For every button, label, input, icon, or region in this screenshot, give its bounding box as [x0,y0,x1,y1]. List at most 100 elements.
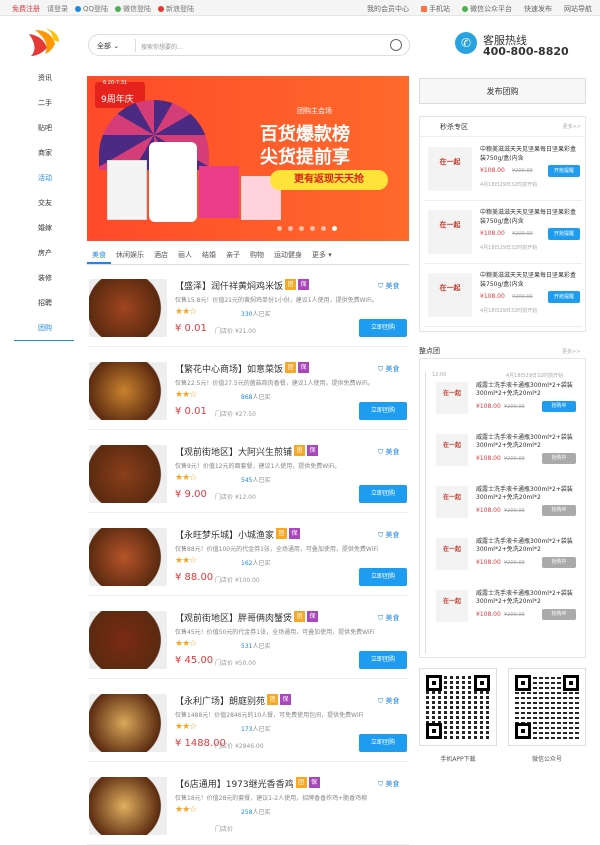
group-name[interactable]: 威露士洗手液卡通瓶300ml*2+袋装300ml*2+免洗20ml*2 [476,382,582,398]
nav-item-tuangou[interactable]: 团购 [14,316,74,341]
nav-item[interactable]: 资讯 [14,66,74,91]
register-link[interactable]: 免费注册 [12,4,40,14]
deal-title[interactable]: 【永旺梦乐城】小城渔家团保 [175,528,301,541]
deal-item[interactable]: 【观前街地区】大阿兴生煎铺团保 ⛉ 美食 仅售9元！价值12元的面套餐，建议1人… [87,441,409,513]
tab-fitness[interactable]: 运动健身 [269,245,307,264]
miaosha-name[interactable]: 中粮美滋滋天天见坚果每日坚果彩盒装750g/盒(内含 [480,208,580,226]
group-image[interactable]: 在一起 [436,538,468,570]
zhengdian-item[interactable]: 在一起 威露士洗手液卡通瓶300ml*2+袋装300ml*2+免洗20ml*2 … [432,476,582,526]
deal-image[interactable] [89,362,167,420]
group-name[interactable]: 威露士洗手液卡通瓶300ml*2+袋装300ml*2+免洗20ml*2 [476,486,582,502]
deal-item[interactable]: 【繁花中心商场】如意菜饭团保 ⛉ 美食 仅售22.5元！价值27.5元的菌菇商肉… [87,358,409,430]
promo-banner[interactable]: 9周年庆 6.20-7.31 团购主会场 百货爆款榜 尖货提前享 更有返现天天抢 [87,76,409,241]
wechat-login-link[interactable]: 微信登陆 [115,4,151,14]
nav-item-active[interactable]: 活动 [14,166,74,191]
tab-more[interactable]: 更多 ▾ [307,245,337,264]
carousel-dot[interactable] [299,226,304,231]
carousel-dot-active[interactable] [332,226,337,231]
nav-item[interactable]: 交友 [14,191,74,216]
login-link[interactable]: 请登录 [47,4,68,14]
qq-login-link[interactable]: QQ登陆 [75,4,108,14]
member-center-link[interactable]: 我的会员中心 [367,4,409,14]
nav-item[interactable]: 装修 [14,266,74,291]
buy-now-button[interactable]: 立即团购 [359,402,407,420]
deal-title[interactable]: 【盛泽】润仟祥黄焖鸡米饭团保 [175,279,310,292]
wechat-platform-link[interactable]: 微信公众平台 [462,4,512,14]
carousel-dot[interactable] [288,226,293,231]
deal-title[interactable]: 【观前街地区】胖哥俩肉蟹煲团保 [175,611,319,624]
deal-item[interactable]: 【永利广场】朗庭别苑团保 ⛉ 美食 仅售1488元！价值2846元的10人餐，可… [87,690,409,762]
miaosha-item[interactable]: 在一起 中粮美滋滋天天见坚果每日坚果彩盒装750g/盒(内含 ¥108.00 ¥… [424,206,582,264]
group-image[interactable]: 在一起 [436,486,468,518]
deal-image[interactable] [89,445,167,503]
group-image[interactable]: 在一起 [436,590,468,622]
buy-now-button[interactable]: 立即团购 [359,319,407,337]
search-icon[interactable] [390,39,402,51]
tab-hotel[interactable]: 酒店 [149,245,173,264]
search-input[interactable]: 搜索你想要的... [141,42,183,51]
deal-title[interactable]: 【6店通用】1973继光香香鸡团保 [175,777,320,790]
nav-item[interactable]: 招聘 [14,291,74,316]
nav-item[interactable]: 婚嫁 [14,216,74,241]
tab-family[interactable]: 亲子 [221,245,245,264]
group-image[interactable]: 在一起 [436,382,468,414]
miaosha-image[interactable]: 在一起 [428,273,472,317]
group-image[interactable]: 在一起 [436,434,468,466]
deal-title[interactable]: 【繁花中心商场】如意菜饭团保 [175,362,310,375]
rush-buy-button[interactable]: 抢购中 [542,609,576,620]
deal-item[interactable]: 【观前街地区】胖哥俩肉蟹煲团保 ⛉ 美食 仅售45元！价值50元的代金券1张，全… [87,607,409,679]
buy-now-button[interactable]: 立即团购 [359,568,407,586]
rush-buy-button[interactable]: 抢购中 [542,401,576,412]
buy-now-button[interactable]: 立即团购 [359,734,407,752]
deal-image[interactable] [89,777,167,835]
publish-tuangou-button[interactable]: 发布团购 [419,78,586,104]
search-category-select[interactable]: 全部 ⌄ [97,41,119,51]
tab-beauty[interactable]: 丽人 [173,245,197,264]
rush-buy-button[interactable]: 抢购中 [542,505,576,516]
banner-cta[interactable]: 更有返现天天抢 [270,170,388,190]
remind-button[interactable]: 开抢提醒 [548,291,580,303]
nav-item[interactable]: 二手 [14,91,74,116]
rush-buy-button[interactable]: 抢购中 [542,453,576,464]
nav-item[interactable]: 商家 [14,141,74,166]
miaosha-item[interactable]: 在一起 中粮美滋滋天天见坚果每日坚果彩盒装750g/盒(内含 ¥108.00 ¥… [424,143,582,201]
deal-title[interactable]: 【永利广场】朗庭别苑团保 [175,694,292,707]
deal-item[interactable]: 【永旺梦乐城】小城渔家团保 ⛉ 美食 仅售88元！价值100元的代金券1张，全场… [87,524,409,596]
carousel-dot[interactable] [277,226,282,231]
site-nav-link[interactable]: 网站导航 [564,4,592,14]
deal-image[interactable] [89,694,167,752]
remind-button[interactable]: 开抢提醒 [548,228,580,240]
deal-title[interactable]: 【观前街地区】大阿兴生煎铺团保 [175,445,319,458]
deal-image[interactable] [89,279,167,337]
zhengdian-item[interactable]: 在一起 威露士洗手液卡通瓶300ml*2+袋装300ml*2+免洗20ml*2 … [432,580,582,630]
deal-image[interactable] [89,611,167,669]
nav-item[interactable]: 房产 [14,241,74,266]
group-name[interactable]: 威露士洗手液卡通瓶300ml*2+袋装300ml*2+免洗20ml*2 [476,538,582,554]
rush-buy-button[interactable]: 抢购中 [542,557,576,568]
buy-now-button[interactable]: 立即团购 [359,651,407,669]
carousel-dot[interactable] [321,226,326,231]
miaosha-item[interactable]: 在一起 中粮美滋滋天天见坚果每日坚果彩盒装750g/盒(内含 ¥108.00 ¥… [424,269,582,327]
more-link[interactable]: 更多>> [563,123,581,130]
zhengdian-item[interactable]: 在一起 威露士洗手液卡通瓶300ml*2+袋装300ml*2+免洗20ml*2 … [432,528,582,578]
miaosha-image[interactable]: 在一起 [428,147,472,191]
group-name[interactable]: 威露士洗手液卡通瓶300ml*2+袋装300ml*2+免洗20ml*2 [476,434,582,450]
nav-item[interactable]: 贴吧 [14,116,74,141]
buy-now-button[interactable]: 立即团购 [359,485,407,503]
tab-leisure[interactable]: 休闲娱乐 [111,245,149,264]
more-link[interactable]: 更多>> [562,348,580,355]
group-name[interactable]: 威露士洗手液卡通瓶300ml*2+袋装300ml*2+免洗20ml*2 [476,590,582,606]
quick-publish-link[interactable]: 快速发布 [524,4,552,14]
tab-shopping[interactable]: 购物 [245,245,269,264]
zhengdian-item[interactable]: 12:00 4月18日29日32时前开始 在一起 威露士洗手液卡通瓶300ml*2… [432,372,582,422]
site-logo[interactable] [25,26,63,62]
miaosha-name[interactable]: 中粮美滋滋天天见坚果每日坚果彩盒装750g/盒(内含 [480,145,580,163]
miaosha-name[interactable]: 中粮美滋滋天天见坚果每日坚果彩盒装750g/盒(内含 [480,271,580,289]
deal-item[interactable]: 【盛泽】润仟祥黄焖鸡米饭团保 ⛉ 美食 仅售15.8元！价值21元的黄焖鸡单份1… [87,275,409,347]
deal-image[interactable] [89,528,167,586]
remind-button[interactable]: 开抢提醒 [548,165,580,177]
mobile-site-link[interactable]: 手机站 [421,4,450,14]
tab-food[interactable]: 美食 [87,245,111,264]
carousel-dot[interactable] [310,226,315,231]
zhengdian-item[interactable]: 在一起 威露士洗手液卡通瓶300ml*2+袋装300ml*2+免洗20ml*2 … [432,424,582,474]
